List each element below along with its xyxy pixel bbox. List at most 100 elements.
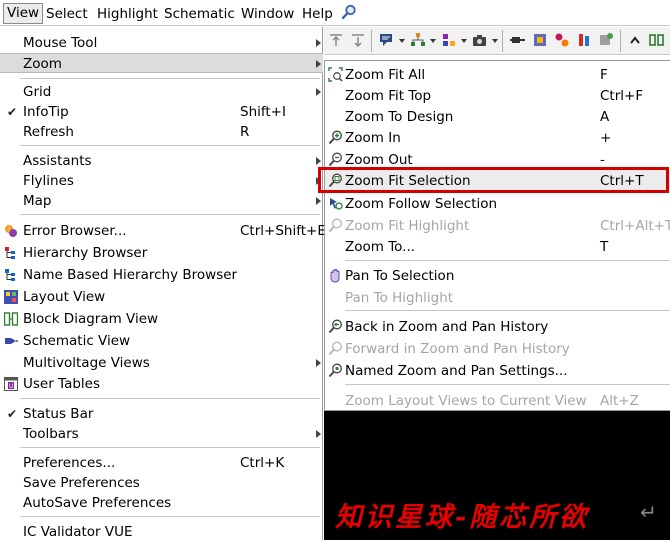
- probe-icon[interactable]: [576, 32, 592, 48]
- zoom-item-label: Zoom Fit Highlight: [345, 218, 470, 234]
- menu-item-toolbars[interactable]: Toolbars: [0, 424, 323, 444]
- toolbar-separator: [371, 30, 372, 52]
- watermark-text: 知识星球-随芯所欲: [335, 502, 590, 533]
- zoom-submenu: Zoom Fit All F Zoom Fit Top Ctrl+F Zoom …: [324, 60, 670, 411]
- zoom-item-forward-history[interactable]: Forward in Zoom and Pan History: [325, 338, 670, 359]
- zoom-item-fit-highlight[interactable]: Zoom Fit Highlight Ctrl+Alt+T: [325, 215, 670, 236]
- back-history-icon: [328, 319, 342, 334]
- menu-item-schematic-view[interactable]: Schematic View: [0, 331, 323, 351]
- menu-item-flylines[interactable]: Flylines: [0, 171, 323, 191]
- menu-view[interactable]: View: [3, 3, 44, 24]
- named-zoom-icon: [328, 363, 342, 378]
- chevron-down-icon[interactable]: [461, 39, 467, 43]
- menu-select[interactable]: Select: [46, 5, 88, 23]
- chip-icon[interactable]: [532, 32, 548, 48]
- menu-item-label: Zoom: [23, 56, 62, 72]
- scroll-up-icon[interactable]: [627, 32, 643, 48]
- submenu-arrow-icon: [316, 430, 321, 438]
- zoom-out-icon: [328, 152, 342, 167]
- chevron-down-icon[interactable]: [492, 39, 498, 43]
- submenu-arrow-icon: [316, 60, 321, 68]
- submenu-arrow-icon: [316, 197, 321, 205]
- zoom-item-label: Zoom Fit All: [345, 67, 426, 83]
- zoom-item-shortcut: Alt+Z: [600, 393, 639, 409]
- menu-item-name-hierarchy-browser[interactable]: Name Based Hierarchy Browser: [0, 265, 323, 285]
- zoom-item-layout-views-to-current[interactable]: Zoom Layout Views to Current View Alt+Z: [325, 390, 670, 411]
- menu-highlight[interactable]: Highlight: [97, 5, 158, 23]
- align-top-icon[interactable]: [328, 32, 344, 48]
- hierarchy-tool-icon[interactable]: [410, 32, 426, 48]
- menu-item-infotip[interactable]: ✔ InfoTip Shift+I: [0, 102, 323, 122]
- menu-item-label: Save Preferences: [23, 475, 140, 491]
- comment-icon[interactable]: [379, 32, 395, 48]
- zoom-item-shortcut: Ctrl+Alt+T: [600, 218, 670, 234]
- menu-item-grid[interactable]: Grid: [0, 82, 323, 102]
- camera-icon[interactable]: [472, 32, 488, 48]
- menu-item-shortcut: Ctrl+K: [240, 455, 285, 471]
- menu-item-preferences[interactable]: Preferences... Ctrl+K: [0, 453, 323, 473]
- zoom-item-fit-all[interactable]: Zoom Fit All F: [325, 64, 670, 85]
- view-menu: Mouse Tool Zoom Grid ✔ InfoTip Shift+I R…: [0, 27, 326, 540]
- zoom-fit-highlight-icon: [328, 218, 342, 233]
- zoom-item-pan-to-highlight[interactable]: Pan To Highlight: [325, 287, 670, 308]
- menu-item-refresh[interactable]: Refresh R: [0, 122, 323, 142]
- menu-item-layout-view[interactable]: Layout View: [0, 287, 323, 307]
- magnifier-icon[interactable]: [341, 4, 357, 20]
- menu-item-map[interactable]: Map: [0, 191, 323, 211]
- chevron-down-icon[interactable]: [399, 39, 405, 43]
- zoom-item-label: Zoom Layout Views to Current View: [345, 393, 587, 409]
- return-mark-icon: ↵: [640, 500, 657, 524]
- menu-item-autosave-preferences[interactable]: AutoSave Preferences: [0, 493, 323, 513]
- menu-item-status-bar[interactable]: ✔ Status Bar: [0, 404, 323, 424]
- zoom-item-to-design[interactable]: Zoom To Design A: [325, 106, 670, 127]
- netlist-tool-icon[interactable]: [441, 32, 457, 48]
- cell-icon[interactable]: [598, 32, 614, 48]
- menu-item-label: Flylines: [23, 173, 74, 189]
- error-browser-icon: !: [5, 225, 17, 237]
- menu-item-shortcut: Ctrl+Shift+E: [240, 223, 326, 239]
- chevron-down-icon[interactable]: [430, 39, 436, 43]
- menu-item-label: Refresh: [23, 124, 74, 140]
- menu-item-zoom[interactable]: Zoom: [0, 53, 323, 73]
- menu-separator: [20, 145, 320, 146]
- route-icon[interactable]: [554, 32, 570, 48]
- menu-item-shortcut: R: [240, 124, 250, 140]
- menu-window[interactable]: Window: [241, 5, 294, 23]
- menu-separator: [345, 260, 670, 261]
- schematic-view-icon: [5, 338, 18, 344]
- zoom-item-shortcut: Ctrl+F: [600, 88, 644, 104]
- menu-item-label: Error Browser...: [23, 223, 127, 239]
- menu-item-label: Hierarchy Browser: [23, 245, 148, 261]
- zoom-item-named-settings[interactable]: Named Zoom and Pan Settings...: [325, 360, 670, 381]
- checkmark-icon: ✔: [7, 407, 18, 421]
- zoom-item-follow-selection[interactable]: Zoom Follow Selection: [325, 193, 670, 214]
- zoom-item-label: Pan To Selection: [345, 268, 455, 284]
- zoom-item-in[interactable]: Zoom In +: [325, 127, 670, 148]
- menu-item-assistants[interactable]: Assistants: [0, 151, 323, 171]
- menu-separator: [20, 214, 320, 215]
- zoom-item-fit-top[interactable]: Zoom Fit Top Ctrl+F: [325, 85, 670, 106]
- zoom-item-shortcut: T: [600, 239, 609, 255]
- plug-icon[interactable]: [510, 32, 526, 48]
- menu-item-hierarchy-browser[interactable]: Hierarchy Browser: [0, 243, 323, 263]
- menu-item-label: Assistants: [23, 153, 92, 169]
- menu-separator: [20, 398, 320, 399]
- menu-item-label: Mouse Tool: [23, 35, 98, 51]
- menu-item-multivoltage-views[interactable]: Multivoltage Views: [0, 353, 323, 373]
- zoom-item-pan-to-selection[interactable]: Pan To Selection: [325, 265, 670, 286]
- menu-item-error-browser[interactable]: ! Error Browser... Ctrl+Shift+E: [0, 221, 326, 241]
- menu-item-mouse-tool[interactable]: Mouse Tool: [0, 33, 323, 53]
- zoom-item-zoom-to[interactable]: Zoom To... T: [325, 236, 670, 257]
- menu-item-save-preferences[interactable]: Save Preferences: [0, 473, 323, 493]
- menu-item-ic-validator-vue[interactable]: IC Validator VUE: [0, 522, 323, 540]
- zoom-item-back-history[interactable]: Back in Zoom and Pan History: [325, 316, 670, 337]
- menu-item-user-tables[interactable]: U User Tables: [0, 374, 323, 394]
- zoom-item-label: Zoom In: [345, 130, 401, 146]
- menu-item-label: AutoSave Preferences: [23, 495, 172, 511]
- menu-help[interactable]: Help: [302, 5, 333, 23]
- menu-schematic[interactable]: Schematic: [164, 5, 235, 23]
- menu-item-block-diagram-view[interactable]: Block Diagram View: [0, 309, 323, 329]
- block-view-icon[interactable]: [649, 32, 665, 48]
- menu-item-label: Preferences...: [23, 455, 116, 471]
- align-bottom-icon[interactable]: [350, 32, 366, 48]
